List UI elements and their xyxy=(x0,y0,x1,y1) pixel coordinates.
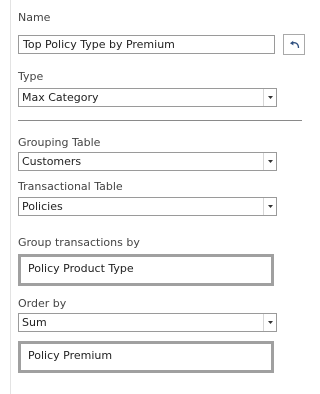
order-by-select[interactable]: Sum xyxy=(18,313,277,332)
type-select[interactable]: Max Category xyxy=(18,88,277,107)
properties-panel: Name Top Policy Type by Premium Type Max… xyxy=(10,0,305,394)
chevron-down-icon[interactable] xyxy=(263,89,276,106)
grouping-table-value: Customers xyxy=(22,155,82,168)
order-by-value: Sum xyxy=(22,316,47,329)
order-by-field[interactable]: Policy Premium xyxy=(18,341,274,373)
order-by-label: Order by xyxy=(18,297,67,310)
revert-button[interactable] xyxy=(283,34,305,55)
type-label: Type xyxy=(18,70,44,83)
transactional-table-value: Policies xyxy=(22,200,63,213)
grouping-table-label: Grouping Table xyxy=(18,136,101,149)
undo-icon xyxy=(289,40,299,49)
name-label: Name xyxy=(18,11,51,24)
group-by-field[interactable]: Policy Product Type xyxy=(18,254,274,286)
grouping-table-select[interactable]: Customers xyxy=(18,152,277,171)
type-select-value: Max Category xyxy=(22,91,99,104)
transactional-table-label: Transactional Table xyxy=(18,180,123,193)
chevron-down-icon[interactable] xyxy=(263,198,276,215)
transactional-table-select[interactable]: Policies xyxy=(18,197,277,216)
chevron-down-icon[interactable] xyxy=(263,314,276,331)
group-by-label: Group transactions by xyxy=(18,236,140,249)
section-divider xyxy=(18,120,302,121)
name-field[interactable]: Top Policy Type by Premium xyxy=(18,35,275,54)
chevron-down-icon[interactable] xyxy=(263,153,276,170)
